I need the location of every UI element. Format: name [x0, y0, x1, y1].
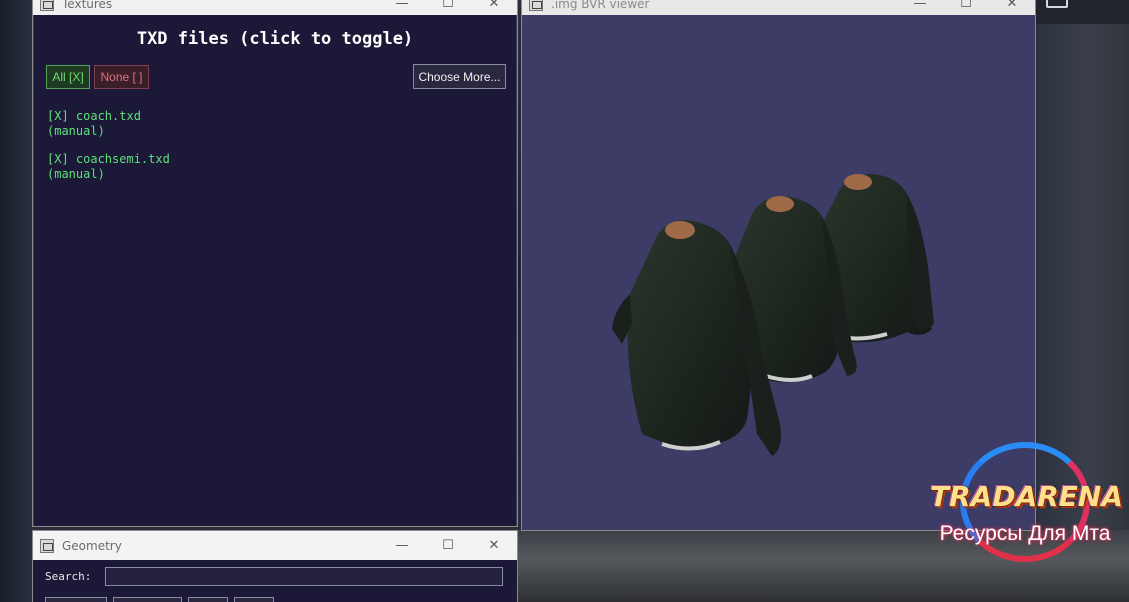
- minimize-icon[interactable]: —: [379, 531, 425, 560]
- select-all-button[interactable]: All [X]: [46, 65, 90, 89]
- tradarena-logo: TRADARENA Ресурсы Для Мта: [930, 440, 1124, 565]
- geometry-button-4[interactable]: [234, 597, 274, 602]
- geometry-button-3[interactable]: [188, 597, 228, 602]
- txd-item-source: (manual): [47, 124, 105, 138]
- textures-window: Textures — ☐ ✕ TXD files (click to toggl…: [32, 0, 518, 527]
- select-none-button[interactable]: None [ ]: [94, 65, 149, 89]
- desktop-shortcut-icon[interactable]: [1046, 0, 1068, 8]
- logo-title: TRADARENA: [930, 480, 1124, 513]
- viewer-top-gap: [522, 15, 1035, 24]
- close-icon[interactable]: ✕: [471, 0, 517, 15]
- search-input[interactable]: [105, 567, 503, 586]
- geometry-window: Geometry — ☐ ✕ Search:: [32, 530, 518, 602]
- geometry-button-1[interactable]: [45, 597, 107, 602]
- geometry-titlebar[interactable]: Geometry — ☐ ✕: [33, 531, 517, 560]
- desktop-left-strip: [0, 0, 32, 602]
- close-icon[interactable]: ✕: [989, 0, 1035, 15]
- maximize-icon[interactable]: ☐: [943, 0, 989, 15]
- txd-item-coach[interactable]: [X] coach.txd (manual): [47, 109, 170, 139]
- minimize-icon[interactable]: —: [897, 0, 943, 15]
- maximize-icon[interactable]: ☐: [425, 0, 471, 15]
- txd-item-coachsemi[interactable]: [X] coachsemi.txd (manual): [47, 152, 170, 182]
- geometry-button-2[interactable]: [113, 597, 182, 602]
- txd-heading: TXD files (click to toggle): [136, 29, 414, 49]
- minimize-icon[interactable]: —: [379, 0, 425, 15]
- textures-panel: TXD files (click to toggle) All [X] None…: [33, 15, 517, 526]
- maximize-icon[interactable]: ☐: [425, 531, 471, 560]
- txd-item-name: [X] coach.txd: [47, 109, 141, 123]
- viewer-titlebar[interactable]: .img BVR viewer — ☐ ✕: [522, 0, 1035, 15]
- choose-more-button[interactable]: Choose More...: [413, 64, 506, 89]
- logo-subtitle: Ресурсы Для Мта: [939, 522, 1111, 545]
- search-label: Search:: [45, 570, 92, 583]
- app-icon: [529, 0, 543, 11]
- close-icon[interactable]: ✕: [471, 531, 517, 560]
- textures-titlebar[interactable]: Textures — ☐ ✕: [33, 0, 517, 15]
- geometry-panel: Search:: [33, 560, 517, 602]
- window-title: Textures: [62, 0, 113, 11]
- app-icon: [40, 0, 54, 11]
- txd-list: [X] coach.txd (manual) [X] coachsemi.txd…: [47, 109, 170, 195]
- app-icon: [40, 538, 54, 553]
- window-title: Geometry: [62, 538, 122, 553]
- txd-item-source: (manual): [47, 167, 105, 181]
- txd-item-name: [X] coachsemi.txd: [47, 152, 170, 166]
- window-title: .img BVR viewer: [551, 0, 650, 11]
